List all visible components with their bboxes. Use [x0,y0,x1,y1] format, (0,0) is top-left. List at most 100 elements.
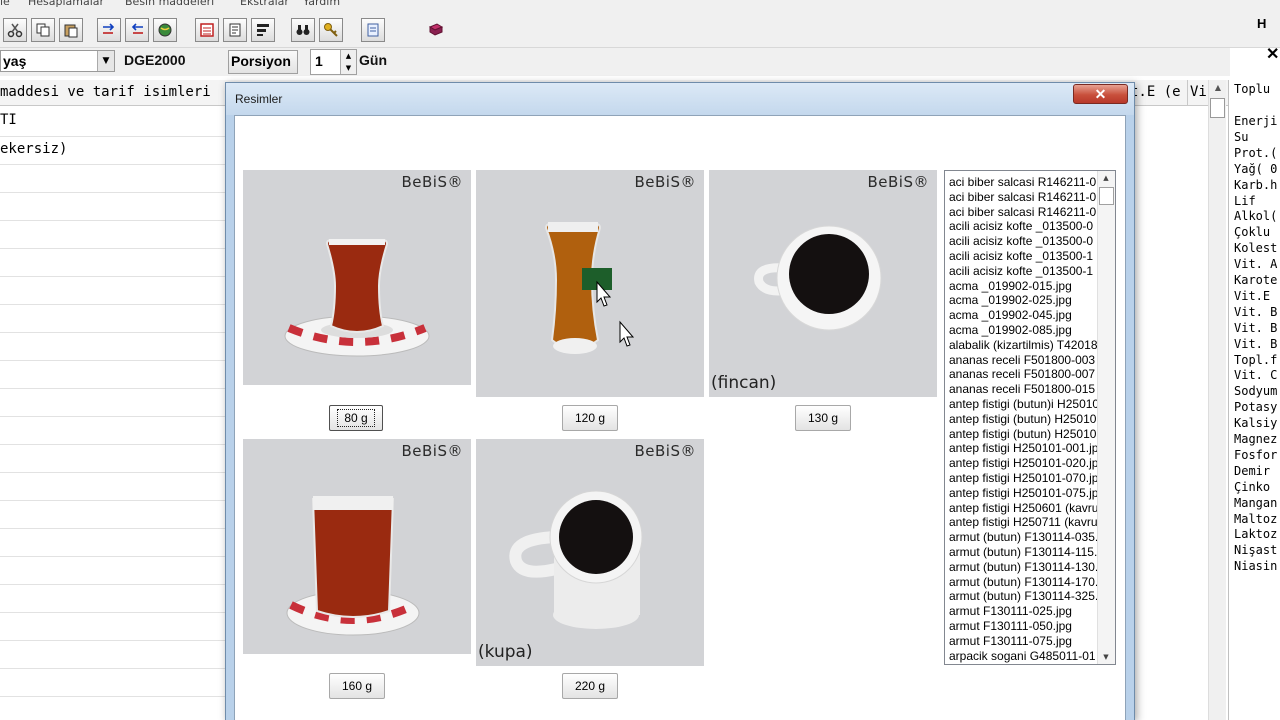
list-item[interactable]: antep fistigi H250101-001.jp [949,441,1097,456]
nutrient-row[interactable]: Topl.f [1234,353,1277,367]
list-item[interactable]: aci biber salcasi R146211-0 [949,175,1097,190]
nutrient-row[interactable]: Prot.( [1234,146,1277,160]
list-item[interactable]: antep fistigi (butun) H25010 [949,412,1097,427]
nutrient-row[interactable]: Vit. B [1234,337,1277,351]
list-item[interactable]: acma _019902-025.jpg [949,293,1097,308]
portion-button-120g[interactable]: 120 g [562,405,618,431]
list-item[interactable]: antep fistigi (butun) H25010 [949,427,1097,442]
list-item[interactable]: arpacik sogani G485011-01 [949,649,1097,664]
image-file-list[interactable]: aci biber salcasi R146211-0 aci biber sal… [944,170,1116,665]
earth-icon[interactable] [153,18,177,42]
list-item[interactable]: aci biber salcasi R146211-0 [949,190,1097,205]
list-item[interactable]: armut (butun) F130114-170. [949,575,1097,590]
close-button[interactable]: ✕ [1073,84,1128,104]
nutrient-row[interactable]: Maltoz [1234,512,1277,526]
menu-item-ekstralar[interactable]: Ekstralar [240,0,289,8]
menu-item-yardim[interactable]: Yardım [303,0,340,8]
nutrient-row[interactable]: Enerji [1234,114,1277,128]
quantity-stepper[interactable]: 1 ▲ ▼ [310,49,357,75]
list-item[interactable]: antep fistigi H250711 (kavru [949,515,1097,530]
nutrient-row[interactable]: Su [1234,130,1248,144]
list-item[interactable]: antep fistigi H250101-020.jp [949,456,1097,471]
calculator-icon[interactable] [195,18,219,42]
menu-item-hesaplamalar[interactable]: Hesaplamalar [28,0,104,8]
list-item[interactable]: antep fistigi H250601 (kavru [949,501,1097,516]
portion-button-130g[interactable]: 130 g [795,405,851,431]
nutrient-row[interactable]: Karb.h [1234,178,1277,192]
binoculars-icon[interactable] [291,18,315,42]
list-item[interactable]: acili acisiz kofte _013500-0 [949,219,1097,234]
grid-scrollbar[interactable]: ▲ [1208,80,1226,720]
scroll-up-icon[interactable]: ▲ [1209,80,1227,96]
chevron-down-icon[interactable]: ▼ [97,51,114,71]
nutrient-row[interactable]: Mangan [1234,496,1277,510]
nutrient-row[interactable]: Potasy [1234,400,1277,414]
menu-item-besin-maddeleri[interactable]: Besin maddeleri [125,0,214,8]
move-left-icon[interactable] [125,18,149,42]
stepper-down-icon[interactable]: ▼ [341,62,356,74]
list-item[interactable]: antep fistigi H250101-070.jp [949,471,1097,486]
list-item[interactable]: armut F130111-050.jpg [949,619,1097,634]
list-item[interactable]: acma _019902-085.jpg [949,323,1097,338]
list-item[interactable]: antep fistigi (butun)i H25010 [949,397,1097,412]
notes-icon[interactable] [361,18,385,42]
list-item[interactable]: alabalik (kizartilmis) T42018 [949,338,1097,353]
paste-icon[interactable] [59,18,83,42]
stepper-up-icon[interactable]: ▲ [341,50,356,62]
nutrient-row[interactable]: Vit.E [1234,289,1270,303]
list-item[interactable]: armut F130111-025.jpg [949,604,1097,619]
key-icon[interactable] [319,18,343,42]
copy-icon[interactable] [31,18,55,42]
nutrient-row[interactable]: Alkol( [1234,209,1277,223]
porsiyon-button[interactable]: Porsiyon [228,50,298,74]
nutrient-row[interactable]: Kolest [1234,241,1277,255]
list-item[interactable]: armut F130111-075.jpg [949,634,1097,649]
scroll-thumb[interactable] [1099,187,1114,205]
table-row[interactable]: ekersiz) [0,141,67,157]
list-item[interactable]: armut (butun) F130114-115. [949,545,1097,560]
scroll-thumb[interactable] [1210,98,1225,118]
list-item[interactable]: ananas receli F501800-015 [949,382,1097,397]
nutrient-row[interactable]: Vit. C [1234,368,1277,382]
portion-button-80g[interactable]: 80 g [329,405,383,431]
nutrient-row[interactable]: Demir [1234,464,1270,478]
scroll-up-icon[interactable]: ▲ [1098,171,1114,185]
nutrient-row[interactable]: Karote [1234,273,1277,287]
nutrient-row[interactable]: Laktoz [1234,527,1277,541]
list-item[interactable]: armut (butun) F130114-035. [949,530,1097,545]
list-item[interactable]: ananas receli F501800-003 [949,353,1097,368]
scroll-down-icon[interactable]: ▼ [1098,650,1114,664]
nutrient-row[interactable]: Sodyum [1234,384,1277,398]
nutrient-row[interactable]: Vit. B [1234,305,1277,319]
list-item[interactable]: acili acisiz kofte _013500-1 [949,264,1097,279]
list-item[interactable]: acma _019902-015.jpg [949,279,1097,294]
book-icon[interactable] [424,18,448,42]
nutrient-row[interactable]: Magnez [1234,432,1277,446]
list-item[interactable]: antep fistigi H250101-075.jp [949,486,1097,501]
nutrient-row[interactable]: Vit. A [1234,257,1277,271]
portion-photo-130g[interactable]: BeBiS® (fincan) [709,170,937,397]
portion-button-160g[interactable]: 160 g [329,673,385,699]
nutrient-row[interactable]: Çinko [1234,480,1270,494]
scissors-icon[interactable] [3,18,27,42]
column-header-name[interactable]: maddesi ve tarif isimleri [0,84,211,100]
close-icon[interactable]: ✕ [1266,44,1279,64]
list-item[interactable]: acma _019902-045.jpg [949,308,1097,323]
column-header-vit-e[interactable]: t.E (e [1130,84,1181,100]
portion-button-220g[interactable]: 220 g [562,673,618,699]
nutrient-row[interactable]: Kalsiy [1234,416,1277,430]
nutrient-row[interactable]: Fosfor [1234,448,1277,462]
nutrient-row[interactable]: Çoklu [1234,225,1270,239]
list-item[interactable]: acili acisiz kofte _013500-1 [949,249,1097,264]
list-item[interactable]: armut (butun) F130114-325. [949,589,1097,604]
portion-photo-160g[interactable]: BeBiS® [243,439,471,666]
list-scrollbar[interactable]: ▲ ▼ [1097,171,1115,664]
chart-icon[interactable] [251,18,275,42]
list-item[interactable]: ananas receli F501800-007 [949,367,1097,382]
nutrient-row[interactable]: Yağ( 0 [1234,162,1277,176]
type-combobox[interactable]: yaş ▼ [0,50,115,72]
nutrient-row[interactable]: Vit. B [1234,321,1277,335]
list-item[interactable]: acili acisiz kofte _013500-0 [949,234,1097,249]
report-icon[interactable] [223,18,247,42]
portion-photo-120g[interactable]: BeBiS® [476,170,704,397]
